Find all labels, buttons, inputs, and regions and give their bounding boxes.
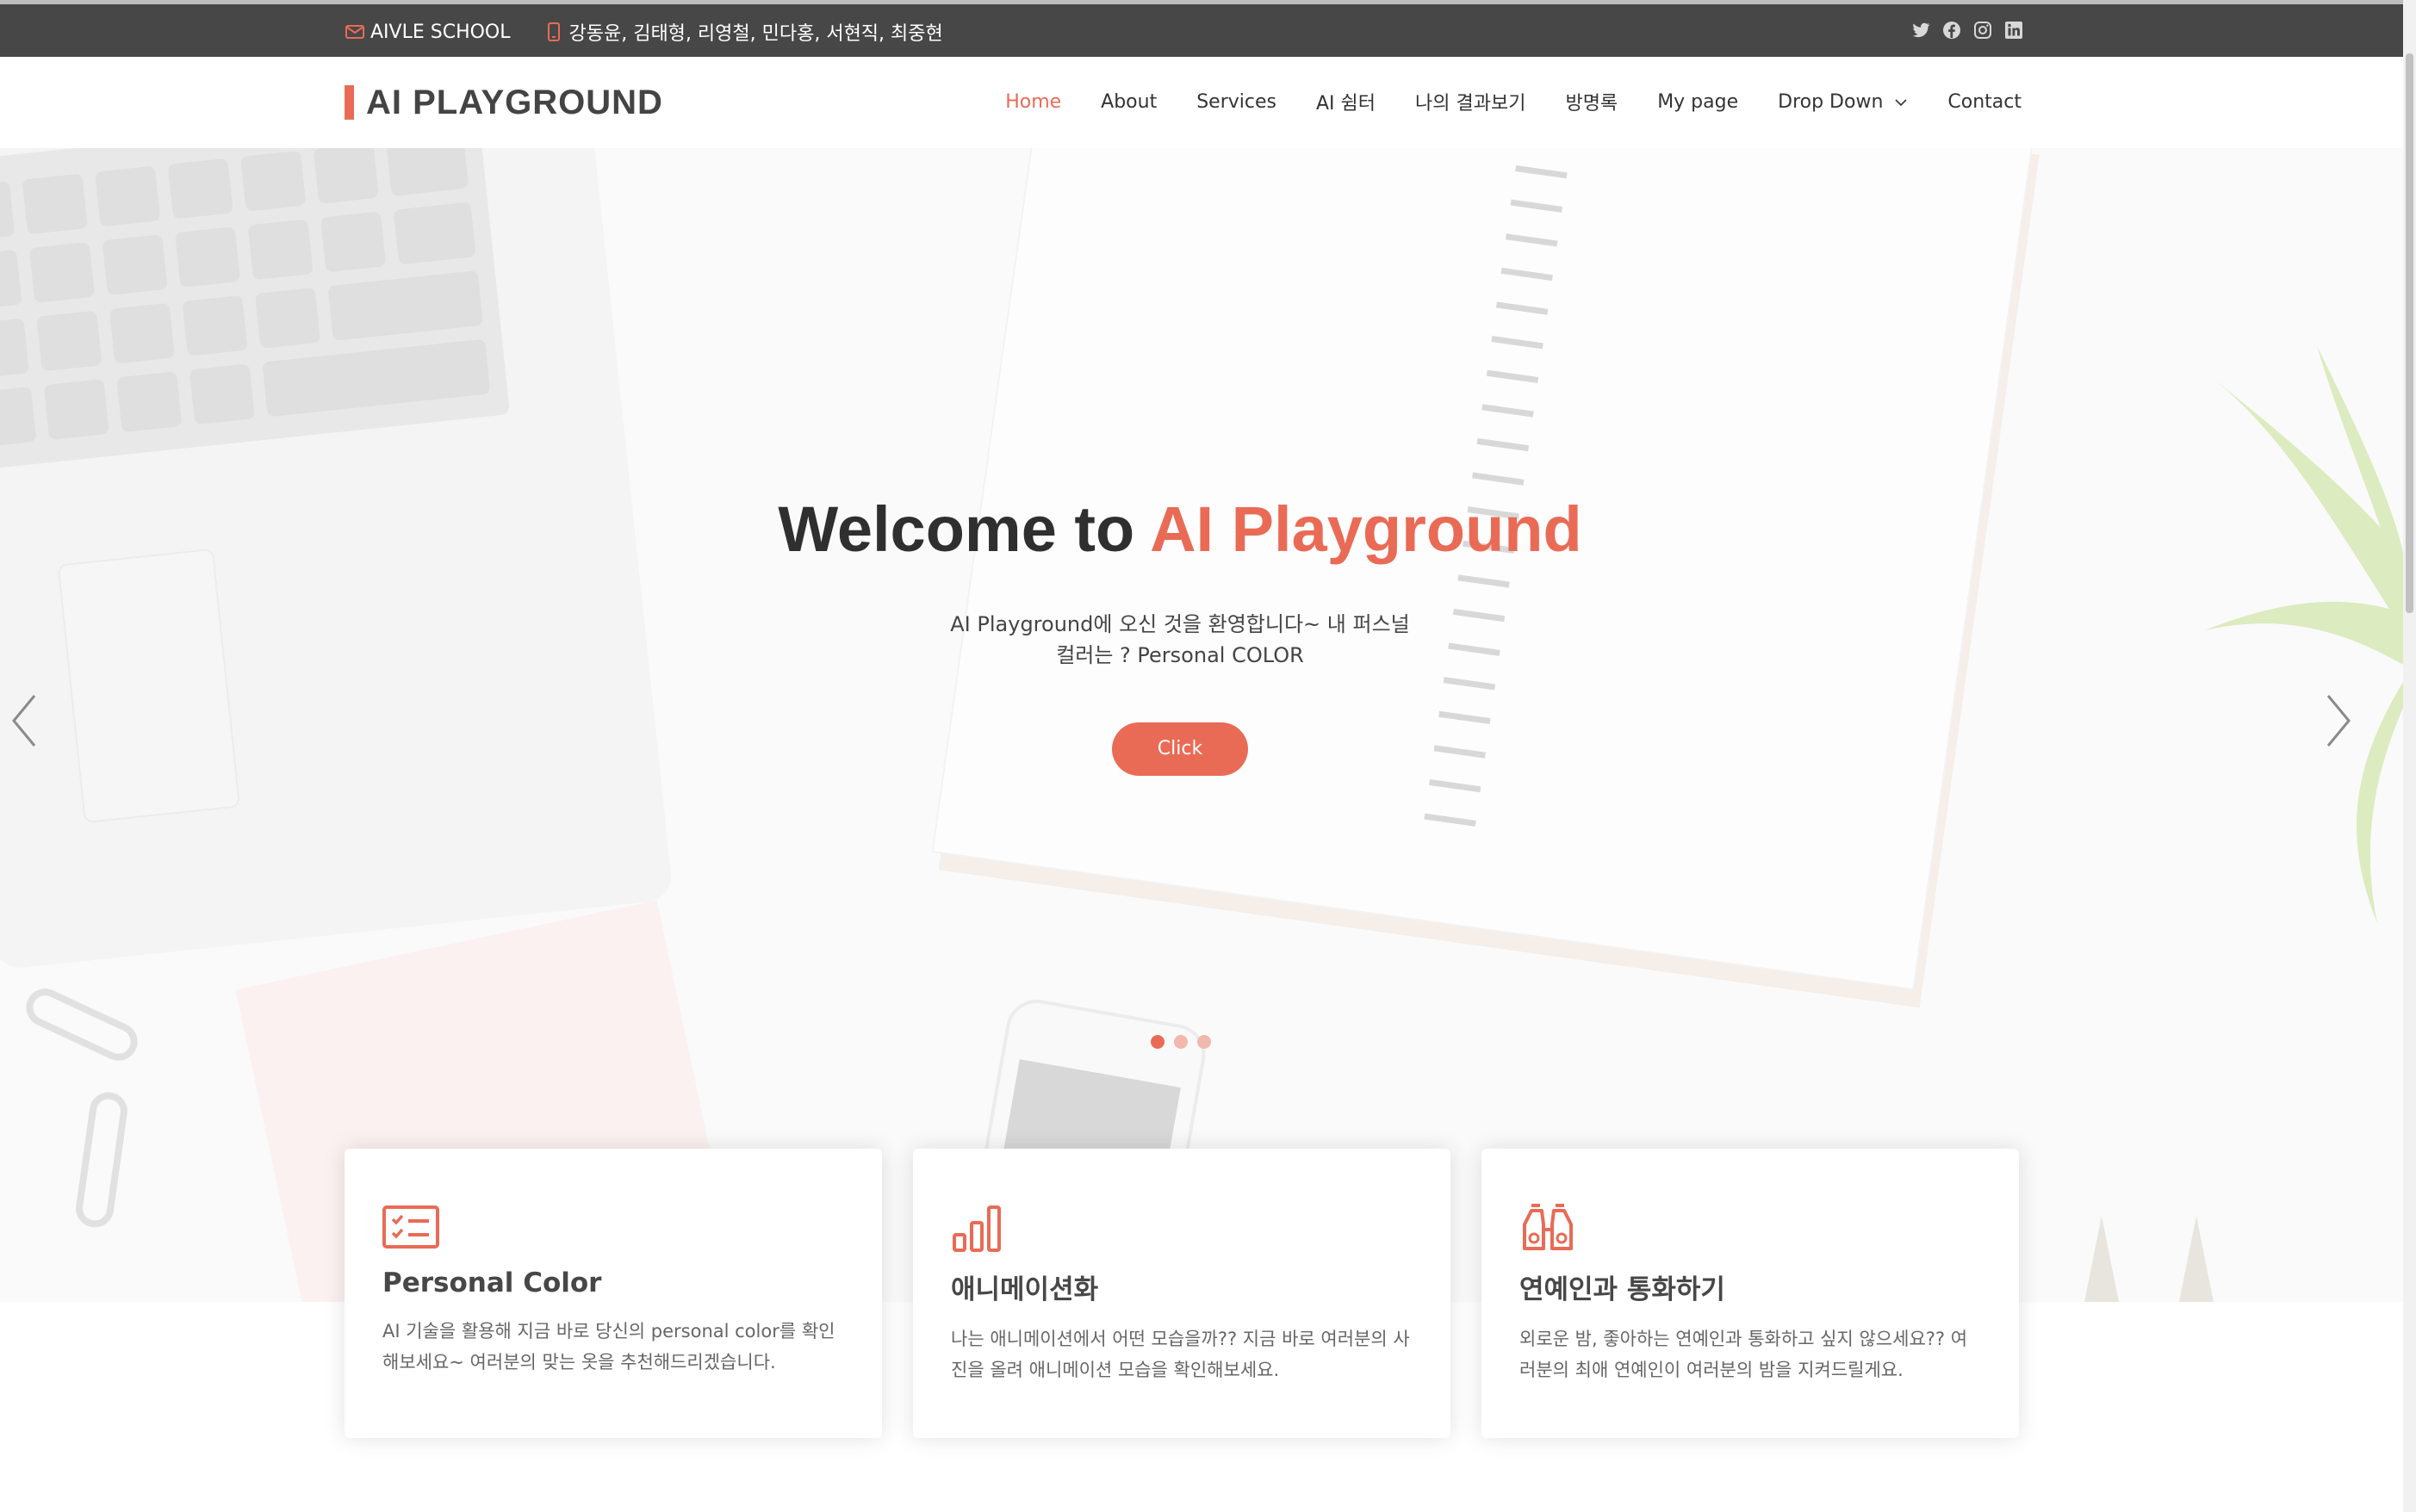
nav-ai-shelter[interactable]: AI 쉼터 bbox=[1316, 88, 1376, 115]
carousel-prev-icon[interactable] bbox=[7, 691, 41, 751]
carousel-indicators bbox=[1151, 1035, 1220, 1049]
carousel-dot-3[interactable] bbox=[1197, 1035, 1211, 1049]
carousel-dot-1[interactable] bbox=[1151, 1035, 1165, 1049]
page-scrollbar[interactable] bbox=[2403, 0, 2416, 1512]
nav-dropdown[interactable]: Drop Down bbox=[1778, 91, 1908, 113]
nav-guestbook[interactable]: 방명록 bbox=[1565, 88, 1618, 115]
site-logo[interactable]: AI PLAYGROUND bbox=[345, 84, 663, 121]
card-title: 연예인과 통화하기 bbox=[1519, 1274, 1725, 1305]
card-description: AI 기술을 활용해 지금 바로 당신의 personal color를 확인해… bbox=[382, 1321, 835, 1373]
feature-card-animation[interactable]: 애니메이션화 나는 애니메이션에서 어떤 모습을까?? 지금 바로 여러분의 사… bbox=[913, 1149, 1450, 1438]
scrollbar-thumb[interactable] bbox=[2406, 53, 2413, 613]
team-members: 강동윤, 김태형, 리영철, 민다홍, 서현직, 최중현 bbox=[568, 23, 943, 45]
social-links bbox=[1900, 20, 2024, 40]
hero-description: AI Playground에 오신 것을 환영합니다~ 내 퍼스널 컬러는 ? … bbox=[950, 612, 1410, 667]
card-description: 외로운 밤, 좋아하는 연예인과 통화하고 싶지 않으세요?? 여러분의 최애 … bbox=[1519, 1329, 1968, 1380]
nav-my-page[interactable]: My page bbox=[1657, 91, 1738, 113]
hero-title: Welcome to AI Playground bbox=[0, 493, 2360, 566]
feature-cards: Personal Color AI 기술을 활용해 지금 바로 당신의 pers… bbox=[345, 1149, 2019, 1438]
school-info: AIVLE SCHOOL bbox=[345, 22, 511, 43]
bar-chart-icon bbox=[953, 1205, 1001, 1252]
nav-home[interactable]: Home bbox=[1005, 91, 1061, 113]
hero-carousel: Welcome to AI Playground AI Playground에 … bbox=[0, 148, 2403, 1302]
linkedin-icon[interactable] bbox=[2003, 20, 2024, 40]
facebook-icon[interactable] bbox=[1941, 20, 1962, 40]
nav-services[interactable]: Services bbox=[1196, 91, 1276, 113]
hero-title-plain: Welcome to bbox=[778, 493, 1135, 565]
hero-title-accent: AI Playground bbox=[1150, 493, 1582, 565]
card-title: Personal Color bbox=[382, 1267, 602, 1298]
envelope-icon bbox=[345, 25, 364, 39]
carousel-next-icon[interactable] bbox=[2321, 691, 2356, 751]
nav-my-results[interactable]: 나의 결과보기 bbox=[1415, 88, 1525, 115]
topbar-contact: AIVLE SCHOOL 강동윤, 김태형, 리영철, 민다홍, 서현직, 최중… bbox=[345, 18, 976, 46]
nav-about[interactable]: About bbox=[1101, 91, 1157, 113]
instagram-icon[interactable] bbox=[1972, 20, 1993, 40]
feature-card-celebrity-call[interactable]: 연예인과 통화하기 외로운 밤, 좋아하는 연예인과 통화하고 싶지 않으세요?… bbox=[1481, 1149, 2019, 1438]
nav-dropdown-label: Drop Down bbox=[1778, 90, 1884, 113]
main-nav: Home About Services AI 쉼터 나의 결과보기 방명록 My… bbox=[966, 88, 2022, 115]
logo-text: AI PLAYGROUND bbox=[366, 83, 663, 121]
twitter-icon[interactable] bbox=[1910, 20, 1931, 40]
hero-content: Welcome to AI Playground AI Playground에 … bbox=[0, 493, 2360, 776]
school-name: AIVLE SCHOOL bbox=[370, 21, 511, 43]
carousel-dot-2[interactable] bbox=[1174, 1035, 1188, 1049]
card-title: 애니메이션화 bbox=[951, 1274, 1099, 1305]
phone-icon bbox=[547, 22, 560, 41]
site-header: AI PLAYGROUND Home About Services AI 쉼터 … bbox=[0, 57, 2403, 148]
members-info: 강동윤, 김태형, 리영철, 민다홍, 서현직, 최중현 bbox=[543, 18, 943, 46]
feature-card-personal-color[interactable]: Personal Color AI 기술을 활용해 지금 바로 당신의 pers… bbox=[345, 1149, 882, 1438]
hero-click-button[interactable]: Click bbox=[1112, 722, 1248, 776]
nav-contact[interactable]: Contact bbox=[1947, 91, 2022, 113]
logo-accent-bar bbox=[345, 85, 354, 120]
list-check-icon bbox=[382, 1205, 439, 1249]
card-description: 나는 애니메이션에서 어떤 모습을까?? 지금 바로 여러분의 사진을 올려 애… bbox=[951, 1329, 1410, 1380]
binoculars-icon bbox=[1523, 1204, 1573, 1250]
chevron-down-icon bbox=[1895, 98, 1907, 106]
top-bar: AIVLE SCHOOL 강동윤, 김태형, 리영철, 민다홍, 서현직, 최중… bbox=[0, 0, 2403, 57]
